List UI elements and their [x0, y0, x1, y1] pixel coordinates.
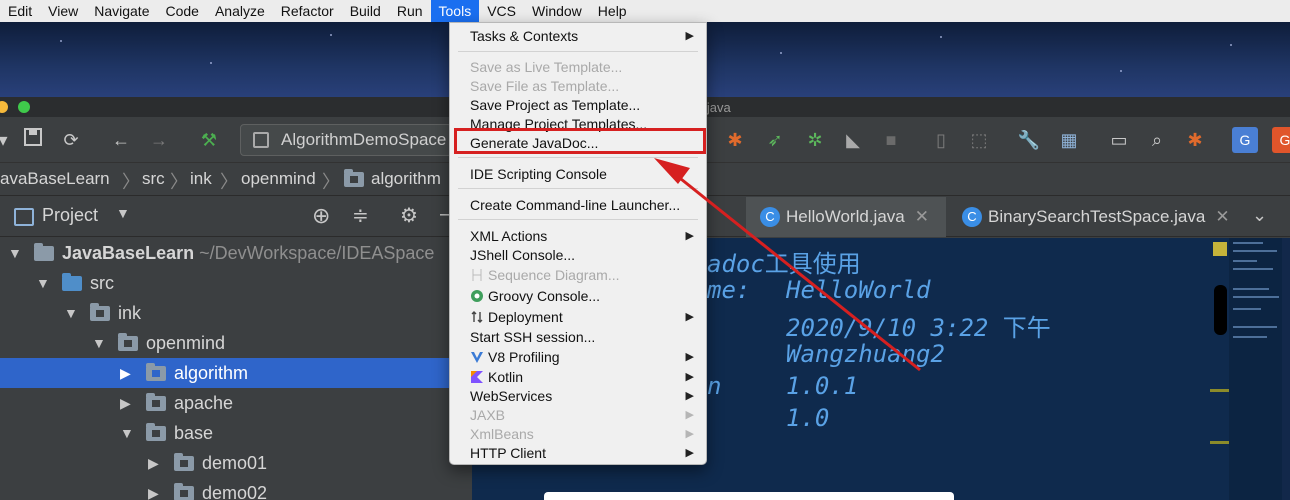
annotation-arrow-icon — [654, 158, 921, 372]
